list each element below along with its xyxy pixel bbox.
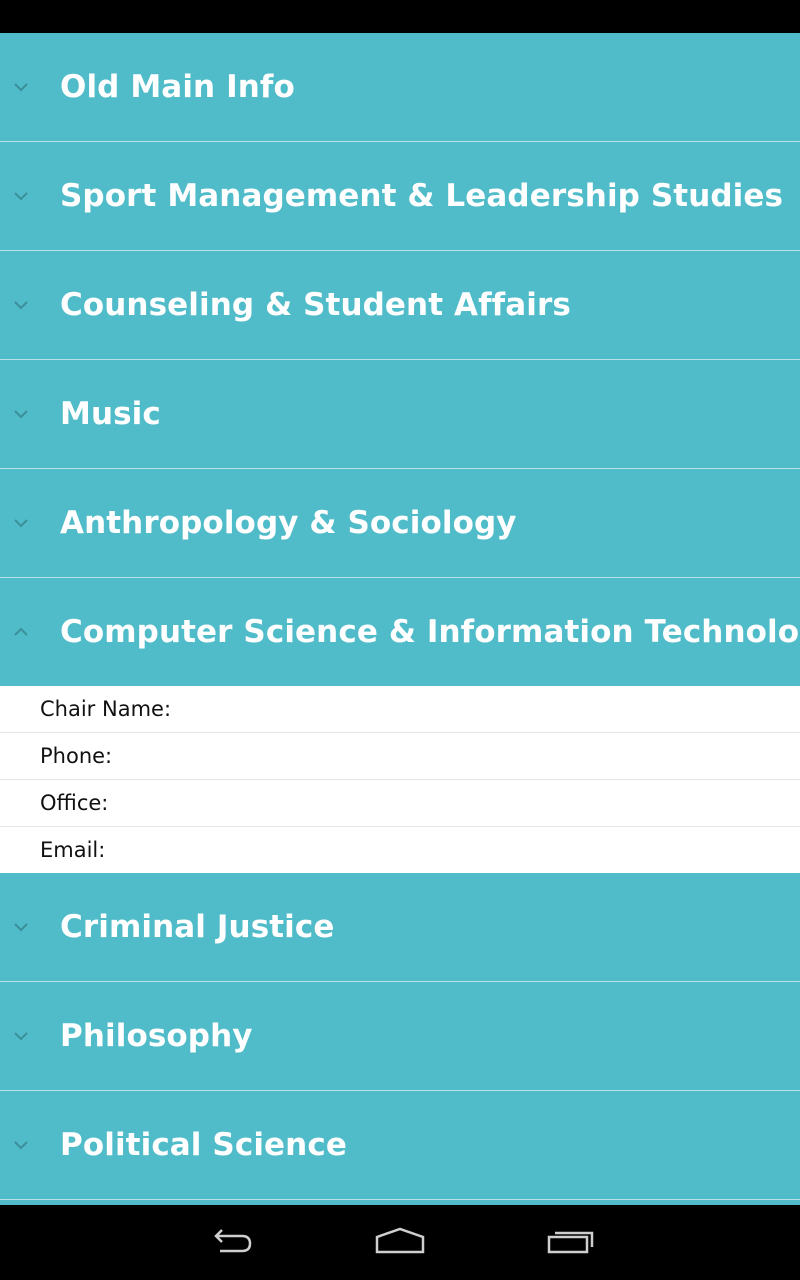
chevron-down-icon <box>12 921 30 933</box>
recent-apps-icon <box>546 1226 596 1260</box>
group-title: Counseling & Student Affairs <box>60 287 571 323</box>
back-icon <box>206 1226 254 1260</box>
chevron-down-icon <box>12 1139 30 1151</box>
detail-office: Office: <box>0 780 800 827</box>
group-title: Music <box>60 396 161 432</box>
group-title: Anthropology & Sociology <box>60 505 517 541</box>
group-title: Philosophy <box>60 1018 253 1054</box>
detail-email: Email: <box>40 838 106 862</box>
detail-chair-name: Chair Name: <box>0 686 800 733</box>
group-sport-management[interactable]: Sport Management & Leadership Studies <box>0 142 800 251</box>
group-political-science[interactable]: Political Science <box>0 1091 800 1200</box>
department-list[interactable]: Old Main Info Sport Management & Leaders… <box>0 33 800 1205</box>
status-bar <box>0 0 800 33</box>
group-title: Old Main Info <box>60 69 295 105</box>
recent-apps-button[interactable] <box>523 1219 619 1267</box>
home-button[interactable] <box>352 1219 448 1267</box>
group-title: Political Science <box>60 1127 347 1163</box>
group-title: Computer Science & Information Technolog… <box>60 614 800 650</box>
chevron-down-icon <box>12 190 30 202</box>
group-music[interactable]: Music <box>0 360 800 469</box>
group-criminal-justice[interactable]: Criminal Justice <box>0 873 800 982</box>
navigation-bar <box>0 1205 800 1280</box>
group-counseling[interactable]: Counseling & Student Affairs <box>0 251 800 360</box>
group-details: Chair Name: Phone: Office: Email: <box>0 686 800 873</box>
detail-phone: Phone: <box>0 733 800 780</box>
group-old-main-info[interactable]: Old Main Info <box>0 33 800 142</box>
chevron-up-icon <box>12 626 30 638</box>
chevron-down-icon <box>12 81 30 93</box>
back-button[interactable] <box>182 1219 278 1267</box>
group-computer-science-expanded[interactable]: Computer Science & Information Technolog… <box>0 578 800 686</box>
chevron-down-icon <box>12 408 30 420</box>
group-anthropology[interactable]: Anthropology & Sociology <box>0 469 800 578</box>
group-title: Criminal Justice <box>60 909 335 945</box>
group-title: Sport Management & Leadership Studies <box>60 178 784 214</box>
chevron-down-icon <box>12 517 30 529</box>
group-philosophy[interactable]: Philosophy <box>0 982 800 1091</box>
home-icon <box>374 1226 426 1260</box>
chevron-down-icon <box>12 299 30 311</box>
chevron-down-icon <box>12 1030 30 1042</box>
